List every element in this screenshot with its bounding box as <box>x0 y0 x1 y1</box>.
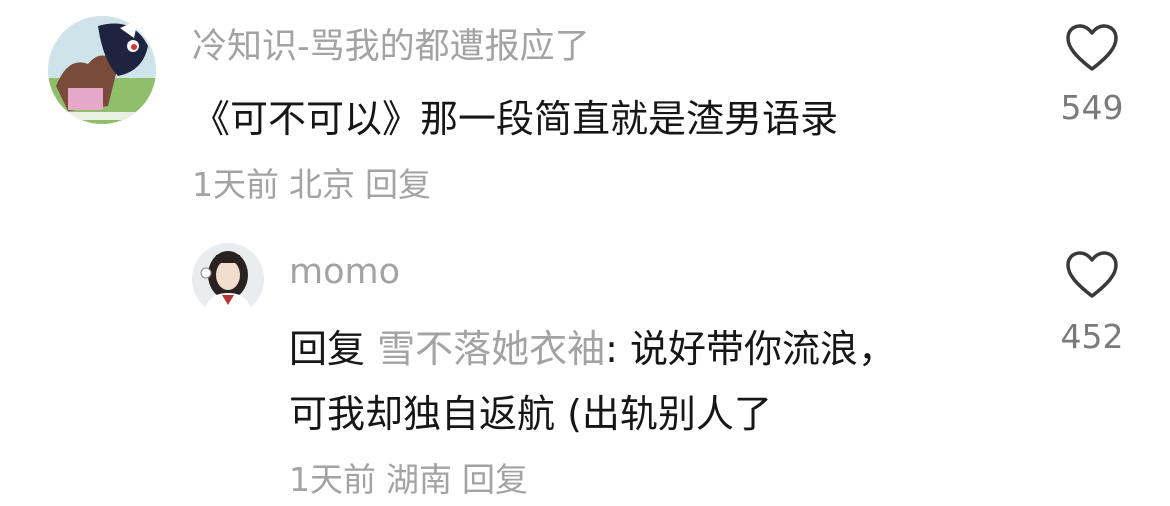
reply-location: 湖南 <box>386 460 452 499</box>
comment-meta: 1天前 北京 回复 <box>192 158 441 206</box>
reply-button[interactable]: 回复 <box>462 460 528 499</box>
comment-time: 1天前 <box>192 165 279 204</box>
like-count: 452 <box>1060 317 1124 356</box>
reply-target-username[interactable]: 雪不落她衣袖 <box>377 327 605 371</box>
heart-outline-icon[interactable] <box>1065 23 1119 73</box>
reply-time: 1天前 <box>289 460 376 499</box>
reply-text-line-2: 可我却独自返航 (出轨别人了 <box>289 392 772 436</box>
reply-username[interactable]: momo <box>289 252 400 292</box>
avatar[interactable] <box>192 243 264 315</box>
reply-text-part-1: : 说好带你流浪， <box>605 327 897 371</box>
reply-button[interactable]: 回复 <box>365 165 431 204</box>
comment-username[interactable]: 冷知识-骂我的都遭报应了 <box>192 18 590 69</box>
avatar[interactable] <box>48 16 156 124</box>
like-count: 549 <box>1060 88 1124 127</box>
avatar-girl-image <box>192 243 264 315</box>
comment-location: 北京 <box>289 165 355 204</box>
reply-meta: 1天前 湖南 回复 <box>289 453 538 501</box>
reply-prefix: 回复 <box>289 327 366 371</box>
avatar-cartoon-image <box>48 16 156 124</box>
heart-outline-icon[interactable] <box>1065 250 1119 300</box>
comment-text: 《可不可以》那一段简直就是渣男语录 <box>192 97 839 141</box>
reply-text-line-1: 回复 雪不落她衣袖: 说好带你流浪， <box>289 318 896 373</box>
